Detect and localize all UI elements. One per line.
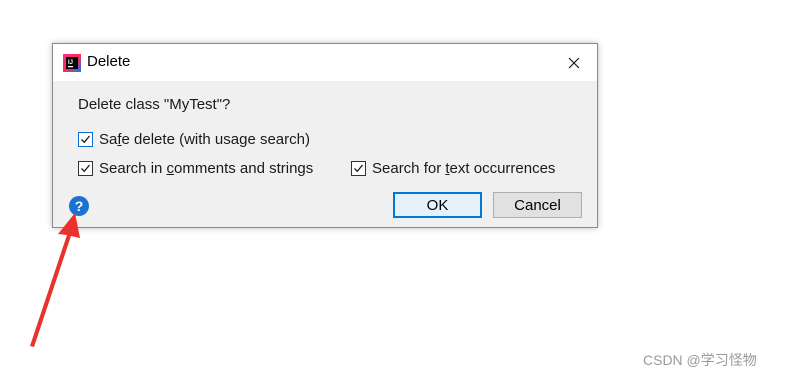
ok-button[interactable]: OK <box>393 192 482 218</box>
search-comments-label: Search in comments and strings <box>99 160 314 177</box>
dialog-title: Delete <box>87 53 131 70</box>
checkmark-icon <box>81 164 91 173</box>
watermark-text: CSDN @学习怪物 <box>643 352 757 368</box>
close-icon <box>568 57 580 68</box>
dialog-titlebar: IJ Delete <box>53 44 597 81</box>
help-icon: ? <box>74 198 84 214</box>
checkmark-icon <box>81 135 91 144</box>
screenshot-canvas: IJ Delete Delete class "MyTest"? Safe de… <box>0 0 794 379</box>
delete-dialog: IJ Delete Delete class "MyTest"? Safe de… <box>52 43 598 228</box>
search-text-label: Search for text occurrences <box>372 160 556 177</box>
arrow-shape <box>30 213 80 347</box>
search-text-checkbox[interactable] <box>351 161 366 176</box>
search-comments-checkbox-row[interactable]: Search in comments and strings <box>78 160 313 177</box>
help-button[interactable]: ? <box>69 196 89 216</box>
search-text-checkbox-row[interactable]: Search for text occurrences <box>351 160 555 177</box>
svg-text:IJ: IJ <box>68 60 73 66</box>
safe-delete-label: Safe delete (with usage search) <box>99 131 310 148</box>
search-comments-checkbox[interactable] <box>78 161 93 176</box>
close-button[interactable] <box>551 44 597 81</box>
safe-delete-checkbox-row[interactable]: Safe delete (with usage search) <box>78 131 310 148</box>
safe-delete-checkbox[interactable] <box>78 132 93 147</box>
delete-question-text: Delete class "MyTest"? <box>78 96 231 113</box>
cancel-button[interactable]: Cancel <box>493 192 582 218</box>
intellij-app-icon: IJ <box>63 54 81 72</box>
checkmark-icon <box>354 164 364 173</box>
